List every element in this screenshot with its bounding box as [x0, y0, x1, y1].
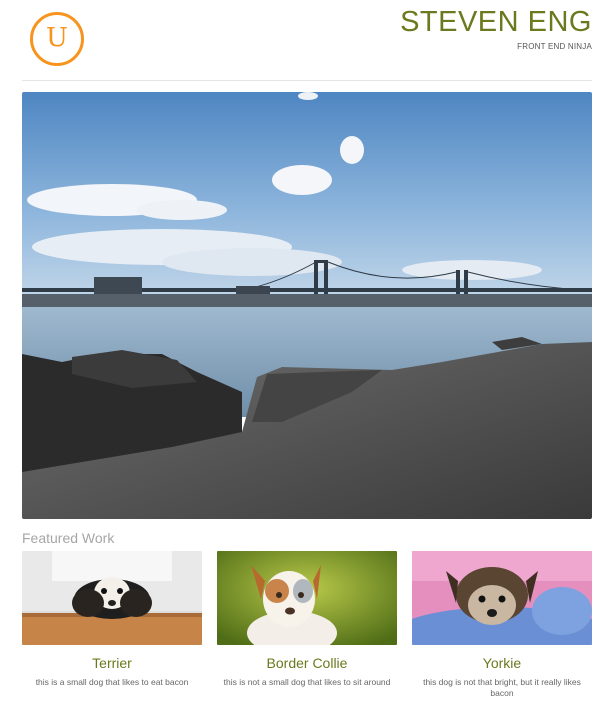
site-title: STEVEN ENG [400, 6, 592, 38]
logo-icon[interactable]: U [30, 12, 84, 66]
card-title[interactable]: Yorkie [412, 655, 592, 671]
hero-image [22, 92, 592, 519]
card-description: this dog is not that bright, but it real… [423, 677, 581, 698]
featured-card-border-collie[interactable]: Border Collie this is not a small dog th… [217, 551, 397, 688]
terrier-photo[interactable] [22, 551, 202, 645]
featured-card-terrier[interactable]: Terrier this is a small dog that likes t… [22, 551, 202, 688]
logo-letter: U [46, 23, 68, 53]
border-collie-photo[interactable] [217, 551, 397, 645]
site-tagline: FRONT END NINJA [517, 42, 592, 51]
card-title[interactable]: Border Collie [217, 655, 397, 671]
featured-work-heading: Featured Work [22, 530, 115, 546]
header-divider [22, 80, 592, 81]
card-description: this is not a small dog that likes to si… [223, 677, 391, 687]
yorkie-photo[interactable] [412, 551, 592, 645]
featured-card-yorkie[interactable]: Yorkie this dog is not that bright, but … [412, 551, 592, 699]
card-title[interactable]: Terrier [22, 655, 202, 671]
card-description: this is a small dog that likes to eat ba… [35, 677, 189, 687]
